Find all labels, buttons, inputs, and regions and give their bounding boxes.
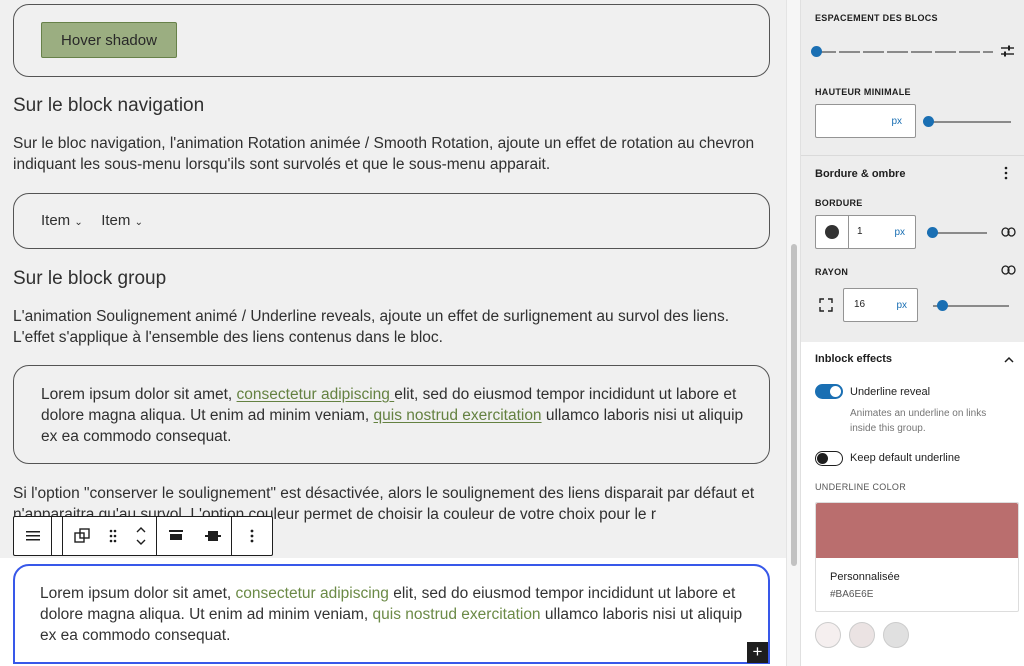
border-color-button[interactable]: [816, 216, 849, 248]
border-width-value[interactable]: 1: [857, 226, 863, 237]
underline-color-label: UNDERLINE COLOR: [815, 482, 907, 492]
selected-group-paragraph: Lorem ipsum dolor sit amet, consectetur …: [40, 585, 743, 644]
text-link[interactable]: quis nostrud exercitation: [374, 407, 542, 424]
keep-default-label: Keep default underline: [850, 452, 961, 464]
hover-shadow-card[interactable]: Hover shadow: [13, 4, 770, 77]
block-spacing-slider[interactable]: [811, 46, 993, 58]
slider-knob[interactable]: [927, 227, 938, 238]
border-input[interactable]: 1 px: [815, 215, 916, 249]
underline-reveal-label: Underline reveal: [850, 386, 931, 398]
scrollbar-thumb[interactable]: [791, 244, 797, 566]
slider-knob[interactable]: [923, 116, 934, 127]
slider-knob[interactable]: [811, 46, 822, 57]
selected-group-block[interactable]: Lorem ipsum dolor sit amet, consectetur …: [13, 564, 770, 664]
move-up-down-icon[interactable]: [126, 517, 156, 555]
color-swatch[interactable]: [849, 622, 875, 648]
hover-shadow-button[interactable]: Hover shadow: [41, 22, 177, 58]
link-corners-icon[interactable]: [1001, 264, 1016, 278]
radius-input[interactable]: 16 px: [843, 288, 918, 322]
radius-value[interactable]: 16: [854, 299, 865, 310]
heading-navigation: Sur le block navigation: [13, 95, 205, 116]
add-block-button[interactable]: +: [747, 642, 768, 663]
border-shadow-title[interactable]: Bordure & ombre: [815, 168, 905, 180]
min-height-input[interactable]: px: [815, 104, 916, 138]
align-text-icon[interactable]: [14, 517, 51, 555]
nav-item[interactable]: Item ⌄: [101, 212, 143, 229]
color-swatch[interactable]: [815, 622, 841, 648]
underline-reveal-help: Animates an underline on links inside th…: [850, 408, 987, 434]
color-dot: [825, 225, 839, 239]
chevron-down-icon: ⌄: [134, 217, 143, 228]
editor-canvas: Hover shadow Sur le block navigation Sur…: [0, 0, 800, 666]
min-height-slider[interactable]: [927, 121, 1011, 123]
slider-knob[interactable]: [937, 300, 948, 311]
panel-options-icon[interactable]: [1004, 166, 1008, 185]
unit-label[interactable]: px: [896, 300, 907, 311]
chevron-down-icon: ⌄: [74, 217, 83, 228]
unit-label[interactable]: px: [891, 116, 902, 127]
block-toolbar: [13, 516, 273, 556]
group-card[interactable]: Lorem ipsum dolor sit amet, consectetur …: [13, 365, 770, 464]
text-link[interactable]: consectetur adipiscing: [236, 585, 394, 602]
underline-reveal-toggle[interactable]: [815, 384, 843, 399]
corners-icon: [819, 298, 833, 317]
navigation-card[interactable]: Item ⌄ Item ⌄: [13, 193, 770, 249]
settings-sliders-icon[interactable]: [1000, 44, 1015, 63]
group-paragraph: Lorem ipsum dolor sit amet, consectetur …: [41, 386, 744, 445]
paragraph-group: L'animation Soulignement animé / Underli…: [13, 308, 730, 346]
more-options-icon[interactable]: [232, 517, 272, 555]
drag-handle-icon[interactable]: [100, 517, 126, 555]
color-preview[interactable]: [816, 503, 1018, 558]
heading-group: Sur le block group: [13, 268, 167, 289]
underline-color-picker[interactable]: Personnalisée #BA6E6E: [815, 502, 1019, 612]
settings-sidebar: ESPACEMENT DES BLOCS HAUTEUR MINIMALE px…: [800, 0, 1024, 666]
text-link[interactable]: quis nostrud exercitation: [373, 606, 541, 623]
inblock-effects-title[interactable]: Inblock effects: [815, 353, 892, 365]
chevron-up-icon[interactable]: [1003, 352, 1015, 370]
sidebar-dimmed-section: ESPACEMENT DES BLOCS HAUTEUR MINIMALE px…: [801, 0, 1024, 342]
block-spacing-label: ESPACEMENT DES BLOCS: [815, 13, 938, 23]
color-hex: #BA6E6E: [830, 589, 874, 600]
color-swatch[interactable]: [883, 622, 909, 648]
navigation-menu: Item ⌄ Item ⌄: [41, 212, 157, 230]
unit-label[interactable]: px: [894, 227, 905, 238]
link-sides-icon[interactable]: [1001, 226, 1016, 240]
min-height-label: HAUTEUR MINIMALE: [815, 87, 911, 97]
justify-top-icon[interactable]: [157, 517, 194, 555]
border-label: BORDURE: [815, 198, 863, 208]
keep-default-underline-toggle[interactable]: [815, 451, 843, 466]
nav-item[interactable]: Item ⌄: [41, 212, 83, 229]
color-name: Personnalisée: [830, 571, 900, 583]
justify-center-icon[interactable]: [194, 517, 231, 555]
paragraph-navigation: Sur le bloc navigation, l'animation Rota…: [13, 135, 755, 173]
radius-label: RAYON: [815, 267, 849, 277]
transform-block-icon[interactable]: [63, 517, 100, 555]
editor-scrollbar[interactable]: [786, 0, 800, 666]
text-link[interactable]: consectetur adipiscing: [237, 386, 395, 403]
